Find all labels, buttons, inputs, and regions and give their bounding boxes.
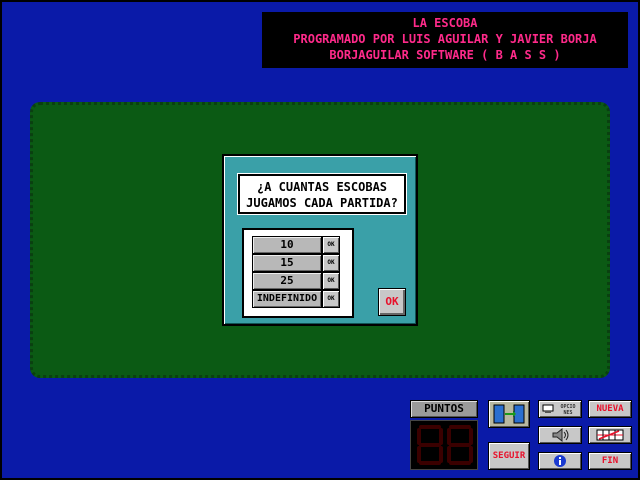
option-10-ok-button[interactable]: OK	[322, 236, 340, 254]
confirm-ok-button[interactable]: OK	[378, 288, 406, 316]
option-indefinido: INDEFINIDO OK	[252, 290, 342, 308]
info-icon	[554, 455, 566, 467]
sound-button[interactable]	[538, 426, 582, 444]
swap-arrow-icon	[493, 404, 525, 424]
seven-segment-digits	[417, 425, 473, 465]
swap-cards-button[interactable]	[488, 400, 530, 428]
option-15: 15 OK	[252, 254, 342, 272]
fin-button[interactable]: FIN	[588, 452, 632, 470]
title-banner: LA ESCOBA PROGRAMADO POR LUIS AGUILAR Y …	[262, 12, 628, 68]
banner-title: LA ESCOBA	[412, 16, 478, 30]
puntos-display	[410, 420, 478, 470]
dialog-question: ¿A CUANTAS ESCOBAS JUGAMOS CADA PARTIDA?	[237, 173, 407, 215]
option-indefinido-label[interactable]: INDEFINIDO	[252, 290, 322, 308]
options-panel: 10 OK 15 OK 25 OK INDEFINIDO OK	[242, 228, 354, 318]
option-10: 10 OK	[252, 236, 342, 254]
speaker-icon	[552, 427, 569, 443]
option-25-label[interactable]: 25	[252, 272, 322, 290]
nueva-button[interactable]: NUEVA	[588, 400, 632, 418]
puntos-label: PUNTOS	[410, 400, 478, 418]
computer-icon	[542, 404, 554, 413]
option-15-label[interactable]: 15	[252, 254, 322, 272]
opciones-label: OPCIO NES	[560, 404, 576, 416]
scoreboard-icon	[596, 429, 624, 441]
escobas-dialog: ¿A CUANTAS ESCOBAS JUGAMOS CADA PARTIDA?…	[222, 154, 418, 326]
opciones-button[interactable]: OPCIO NES	[538, 400, 582, 418]
info-button[interactable]	[538, 452, 582, 470]
banner-credits: PROGRAMADO POR LUIS AGUILAR Y JAVIER BOR…	[293, 32, 597, 46]
option-25: 25 OK	[252, 272, 342, 290]
option-15-ok-button[interactable]: OK	[322, 254, 340, 272]
question-line-2: JUGAMOS CADA PARTIDA?	[246, 196, 398, 210]
option-25-ok-button[interactable]: OK	[322, 272, 340, 290]
option-indefinido-ok-button[interactable]: OK	[322, 290, 340, 308]
banner-company: BORJAGUILAR SOFTWARE ( B A S S )	[329, 48, 561, 62]
seguir-button[interactable]: SEGUIR	[488, 442, 530, 470]
question-line-1: ¿A CUANTAS ESCOBAS	[256, 180, 388, 194]
scoreboard-button[interactable]	[588, 426, 632, 444]
option-10-label[interactable]: 10	[252, 236, 322, 254]
